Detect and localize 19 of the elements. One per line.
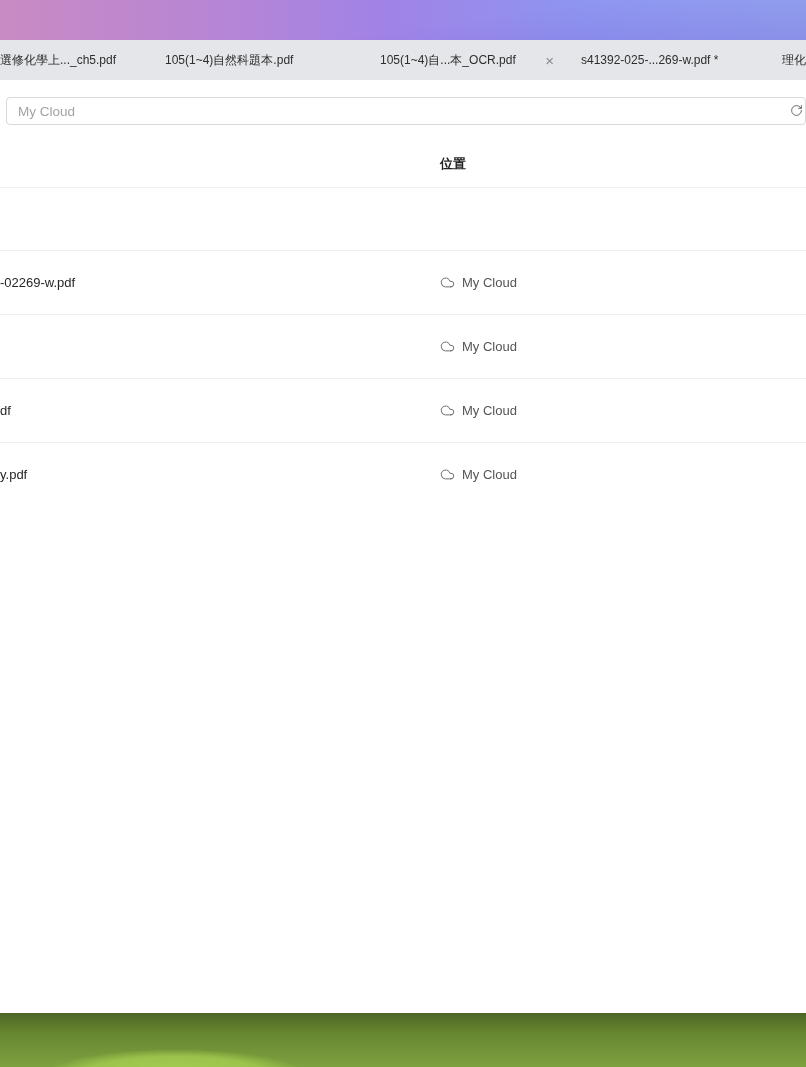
file-tab[interactable]: 105(1~4)自然科題本.pdf	[150, 40, 365, 80]
cloud-icon	[440, 467, 455, 482]
file-tab[interactable]: 理化	[767, 40, 806, 80]
cloud-icon	[440, 403, 455, 418]
file-tab[interactable]: s41392-025-...269-w.pdf *	[566, 40, 767, 80]
column-header: 位置	[440, 154, 466, 173]
cloud-icon	[440, 339, 455, 354]
refresh-icon[interactable]	[790, 104, 803, 117]
file-name: -02269-w.pdf	[0, 275, 76, 290]
location-label: My Cloud	[462, 339, 517, 354]
location-label: My Cloud	[462, 275, 517, 290]
file-tab[interactable]: 105(1~4)自...本_OCR.pdf ×	[365, 40, 566, 80]
location-field[interactable]: My Cloud	[6, 97, 806, 125]
file-name: df	[0, 403, 11, 418]
cloud-icon	[440, 275, 455, 290]
location-label: My Cloud	[462, 467, 517, 482]
file-name: y.pdf	[0, 467, 28, 482]
location-label: My Cloud	[462, 403, 517, 418]
file-tab[interactable]: 選修化學上..._ch5.pdf	[0, 40, 150, 80]
